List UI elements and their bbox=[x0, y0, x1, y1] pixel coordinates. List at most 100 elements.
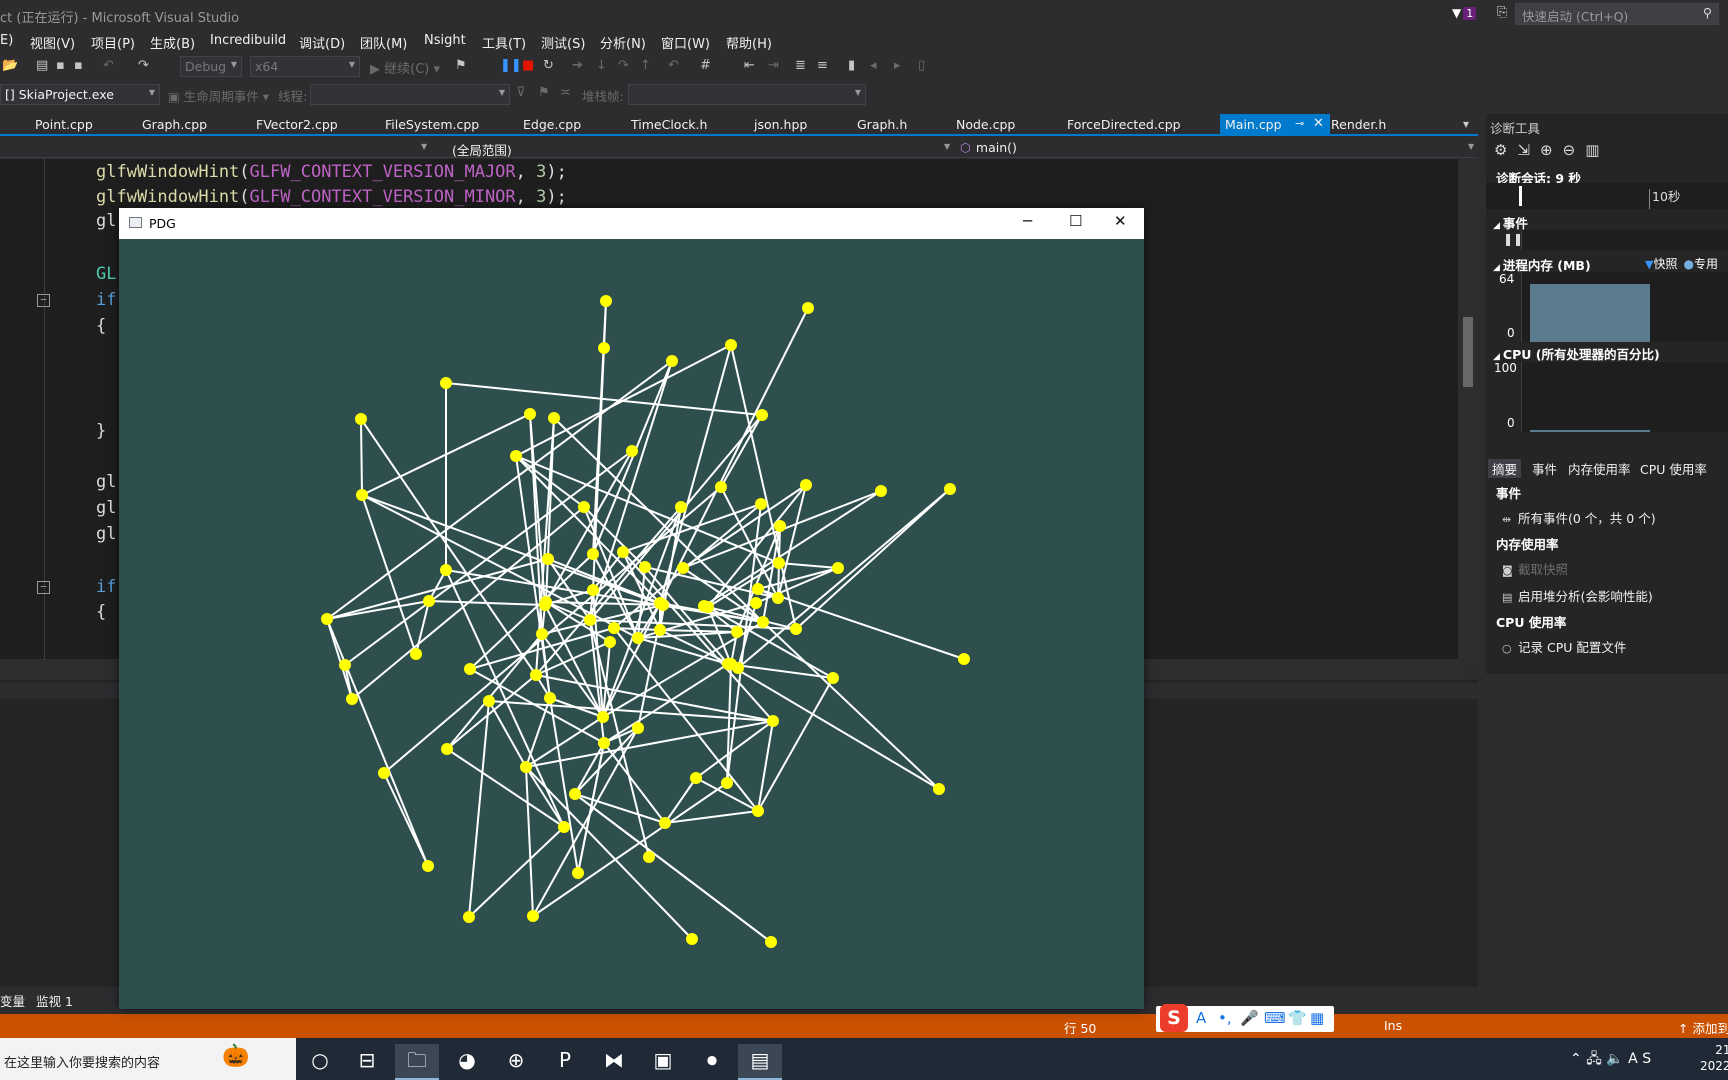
menu-tools[interactable]: 工具(T) bbox=[482, 33, 526, 52]
heap-profiling-button[interactable]: ▤ 启用堆分析(会影响性能) bbox=[1502, 586, 1653, 605]
all-events-link[interactable]: ⇹ 所有事件(0 个，共 0 个) bbox=[1502, 508, 1656, 527]
function-dropdown-arrow[interactable]: ▼ bbox=[1468, 142, 1474, 151]
outdent-icon[interactable]: ⇥ bbox=[768, 58, 779, 73]
volume-icon[interactable]: 🔈 bbox=[1606, 1051, 1623, 1067]
step-over-icon[interactable]: ↷ bbox=[618, 58, 629, 73]
show-next-statement-icon[interactable]: ➔ bbox=[572, 58, 583, 73]
app-icon[interactable]: ⊕ bbox=[494, 1044, 538, 1080]
vertical-scrollbar[interactable] bbox=[1458, 159, 1478, 659]
pdg-window-taskbar-icon[interactable]: ▤ bbox=[738, 1044, 782, 1080]
menu-nsight[interactable]: Nsight bbox=[424, 33, 466, 48]
tab-filesystem-cpp[interactable]: FileSystem.cpp bbox=[385, 117, 479, 132]
stack-icon[interactable]: ≍ bbox=[560, 85, 571, 100]
zoom-in-icon[interactable]: ⊕ bbox=[1540, 141, 1553, 159]
prev-bookmark-icon[interactable]: ◂ bbox=[870, 58, 877, 73]
tab-edge-cpp[interactable]: Edge.cpp bbox=[523, 117, 581, 132]
settings-icon[interactable]: ⚙ bbox=[1494, 141, 1507, 159]
step-into-icon[interactable]: ↓ bbox=[596, 58, 607, 73]
tab-events[interactable]: 事件 bbox=[1532, 459, 1557, 478]
maximize-icon[interactable]: ☐ bbox=[1069, 212, 1082, 230]
record-cpu-profile-button[interactable]: ○ 记录 CPU 配置文件 bbox=[1502, 637, 1626, 656]
platform-select[interactable]: x64 ▼ bbox=[250, 56, 360, 77]
quick-launch-input[interactable]: 快速启动 (Ctrl+Q) ⚲ bbox=[1515, 3, 1719, 25]
skin-icon[interactable]: 👕 bbox=[1288, 1009, 1307, 1027]
thread-select[interactable]: ▼ bbox=[310, 84, 510, 105]
menu-build[interactable]: 生成(B) bbox=[150, 33, 195, 52]
close-icon[interactable]: ✕ bbox=[1313, 116, 1324, 131]
indent-icon[interactable]: ⇤ bbox=[744, 58, 755, 73]
task-view-icon[interactable]: ⊟ bbox=[345, 1044, 389, 1080]
zoom-out-icon[interactable]: ⊖ bbox=[1563, 141, 1576, 159]
timeline-ruler[interactable] bbox=[1486, 183, 1728, 209]
menu-view[interactable]: 视图(V) bbox=[30, 33, 75, 52]
menu-project[interactable]: 项目(P) bbox=[91, 33, 135, 52]
publish-button[interactable]: ↑ 添加到 bbox=[1678, 1018, 1728, 1037]
punctuation-icon[interactable]: •, bbox=[1218, 1009, 1232, 1027]
menu-window[interactable]: 窗口(W) bbox=[661, 33, 710, 52]
configuration-select[interactable]: Debug ▼ bbox=[180, 56, 242, 77]
tab-graph-cpp[interactable]: Graph.cpp bbox=[142, 117, 207, 132]
menu-team[interactable]: 团队(M) bbox=[360, 33, 407, 52]
tab-summary[interactable]: 摘要 bbox=[1488, 459, 1522, 478]
project-dropdown-arrow[interactable]: ▼ bbox=[421, 142, 427, 151]
bookmark-icon[interactable]: ▮ bbox=[848, 58, 855, 73]
cpu-section-title[interactable]: ◢ CPU (所有处理器的百分比) bbox=[1493, 344, 1660, 363]
tab-list-icon[interactable]: ▾ bbox=[1463, 117, 1469, 131]
next-bookmark-icon[interactable]: ▸ bbox=[894, 58, 901, 73]
undo-icon[interactable]: ↶ bbox=[103, 58, 114, 73]
input-mode-icon[interactable]: A bbox=[1196, 1009, 1206, 1027]
pdg-title-bar[interactable]: PDG ─ ☐ ✕ bbox=[119, 208, 1144, 239]
keyboard-icon[interactable]: ⌨ bbox=[1264, 1009, 1286, 1027]
tab-graph-h[interactable]: Graph.h bbox=[857, 117, 907, 132]
clear-bookmarks-icon[interactable]: ▯ bbox=[918, 58, 925, 73]
tab-locals[interactable]: 变量 bbox=[0, 991, 25, 1010]
tray-overflow-icon[interactable]: ⌃ bbox=[1570, 1051, 1582, 1067]
menu-debug[interactable]: 调试(D) bbox=[299, 33, 345, 52]
menu-incredibuild[interactable]: Incredibuild bbox=[210, 33, 286, 48]
hex-icon[interactable]: ↶ bbox=[668, 58, 679, 73]
scrollbar-thumb[interactable] bbox=[1463, 317, 1473, 387]
function-select[interactable]: ⬡ main() bbox=[960, 140, 1017, 155]
graph-canvas[interactable] bbox=[119, 239, 1144, 1009]
microphone-icon[interactable]: 🎤 bbox=[1240, 1009, 1259, 1027]
tab-json-hpp[interactable]: json.hpp bbox=[754, 117, 807, 132]
tab-cpu-usage[interactable]: CPU 使用率 bbox=[1640, 459, 1707, 478]
sogou-tray-icon[interactable]: S bbox=[1642, 1051, 1651, 1067]
scope-dropdown-arrow[interactable]: ▼ bbox=[944, 142, 950, 151]
stackframe-select[interactable]: ▼ bbox=[628, 84, 866, 105]
ime-indicator-icon[interactable]: A bbox=[1628, 1051, 1638, 1067]
open-file-icon[interactable]: ▤ bbox=[36, 58, 48, 73]
tab-main-cpp[interactable]: Main.cpp ⊸ ✕ bbox=[1220, 114, 1330, 136]
visual-studio-icon[interactable]: ⧓ bbox=[592, 1044, 636, 1080]
process-select[interactable]: [] SkiaProject.exe ▼ bbox=[0, 84, 160, 105]
continue-button[interactable]: ▶ 继续(C) ▾ bbox=[370, 58, 440, 77]
flag-threads-icon[interactable]: ⚑ bbox=[538, 85, 550, 100]
tab-render-h[interactable]: Render.h bbox=[1331, 117, 1386, 132]
uncomment-icon[interactable]: ≡ bbox=[817, 58, 828, 73]
feedback-icon[interactable]: ⎘ bbox=[1497, 5, 1507, 20]
pause-icon[interactable]: ❚❚ bbox=[500, 58, 522, 73]
p-app-icon[interactable]: P bbox=[543, 1044, 587, 1080]
record-app-icon[interactable]: ⏺ bbox=[690, 1044, 734, 1080]
comment-icon[interactable]: ≣ bbox=[795, 58, 806, 73]
menu-edit[interactable]: E) bbox=[0, 33, 13, 48]
cortana-icon[interactable]: ○ bbox=[298, 1044, 342, 1080]
redo-icon[interactable]: ↷ bbox=[138, 58, 149, 73]
reset-zoom-icon[interactable]: ▥ bbox=[1585, 141, 1599, 159]
lifecycle-events-button[interactable]: ▣ 生命周期事件 ▾ bbox=[168, 86, 269, 105]
scope-select[interactable]: (全局范围) bbox=[452, 140, 512, 159]
collapse-icon[interactable]: − bbox=[37, 581, 50, 594]
toolbox-icon[interactable]: ▦ bbox=[1310, 1009, 1324, 1027]
taskbar-search-input[interactable]: 在这里输入你要搜索的内容 🎃 bbox=[0, 1038, 296, 1080]
menu-help[interactable]: 帮助(H) bbox=[726, 33, 772, 52]
edge-browser-icon[interactable]: ◕ bbox=[445, 1044, 489, 1080]
close-icon[interactable]: ✕ bbox=[1114, 212, 1127, 230]
stop-icon[interactable]: ■ bbox=[522, 58, 534, 73]
clock[interactable]: 21 2022 bbox=[1700, 1042, 1728, 1074]
tab-watch-1[interactable]: 监视 1 bbox=[36, 991, 73, 1010]
restart-icon[interactable]: ↻ bbox=[543, 58, 554, 73]
take-snapshot-button[interactable]: ◙ 截取快照 bbox=[1502, 559, 1568, 578]
step-out-icon[interactable]: ↑ bbox=[640, 58, 651, 73]
tab-timeclock-h[interactable]: TimeClock.h bbox=[631, 117, 707, 132]
tab-point-cpp[interactable]: Point.cpp bbox=[35, 117, 93, 132]
